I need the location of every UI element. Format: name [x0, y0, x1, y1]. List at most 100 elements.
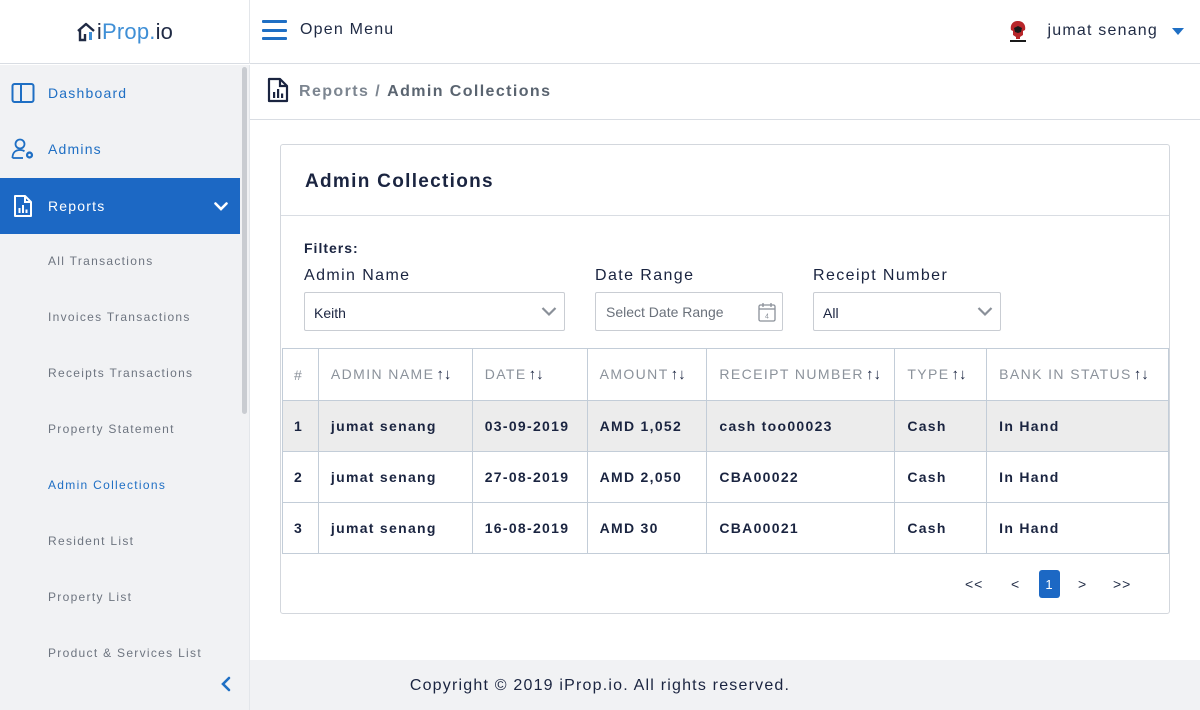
chevron-down-icon	[214, 201, 228, 211]
cell-bank-in-status: In Hand	[986, 502, 1169, 554]
sidebar-subitem-receipts-transactions[interactable]: Receipts Transactions	[48, 366, 193, 380]
logo[interactable]: iProp.io	[0, 0, 250, 64]
sidebar-subitem-all-transactions[interactable]: All Transactions	[48, 254, 154, 268]
column-header-type[interactable]: TYPE ↑↓	[894, 348, 988, 401]
sidebar-item-label: Admins	[48, 141, 102, 157]
collapse-sidebar-chevron-left-icon[interactable]	[219, 676, 233, 692]
collections-table: # ADMIN NAME ↑↓ DATE ↑↓ AMOUNT ↑↓ RECEIPT N…	[282, 348, 1169, 554]
avatar	[1009, 21, 1026, 42]
breadcrumb-reports-link[interactable]: Reports	[299, 83, 369, 100]
pagination-prev-button[interactable]: <	[1011, 570, 1020, 598]
sidebar-subitem-resident-list[interactable]: Resident List	[48, 534, 134, 548]
cell-admin-name: jumat senang	[317, 502, 473, 554]
receipt-number-value: All	[823, 305, 839, 321]
sidebar-scrollbar[interactable]	[242, 67, 247, 414]
sidebar: Dashboard Admins Reports All Transaction…	[0, 65, 250, 710]
sidebar-item-label: Dashboard	[48, 85, 128, 101]
column-header-date[interactable]: DATE ↑↓	[471, 348, 588, 401]
cell-amount: AMD 2,050	[586, 451, 708, 503]
cell-amount: AMD 1,052	[586, 400, 708, 452]
receipt-number-select[interactable]: All	[813, 292, 1001, 331]
cell-date: 03-09-2019	[471, 400, 588, 452]
admin-name-value: Keith	[314, 305, 346, 321]
sidebar-subitem-product-services-list[interactable]: Product & Services List	[48, 646, 202, 660]
sidebar-item-label: Reports	[48, 198, 106, 214]
column-header-number: #	[282, 348, 319, 401]
admin-name-select[interactable]: Keith	[304, 292, 565, 331]
report-icon	[267, 77, 289, 103]
filters-label: Filters:	[304, 240, 359, 256]
sidebar-subitem-property-statement[interactable]: Property Statement	[48, 422, 175, 436]
pagination-page-1-button[interactable]: 1	[1039, 570, 1060, 598]
caret-down-icon	[1172, 27, 1184, 35]
dashboard-icon	[11, 83, 35, 103]
sidebar-item-admins[interactable]: Admins	[0, 121, 240, 177]
calendar-icon[interactable]: 4	[758, 302, 776, 322]
cell-number: 3	[282, 502, 319, 554]
sidebar-subitem-property-list[interactable]: Property List	[48, 590, 132, 604]
cell-bank-in-status: In Hand	[986, 400, 1169, 452]
pagination-last-button[interactable]: >>	[1113, 570, 1131, 598]
cell-type: Cash	[894, 451, 988, 503]
footer: Copyright © 2019 iProp.io. All rights re…	[250, 660, 1200, 710]
breadcrumb-current: Admin Collections	[387, 83, 552, 100]
sidebar-item-reports[interactable]: Reports	[0, 178, 240, 234]
admin-collections-card: Admin Collections Filters: Admin Name Ke…	[280, 144, 1170, 614]
open-menu-label: Open Menu	[300, 21, 395, 38]
date-range-placeholder: Select Date Range	[606, 304, 724, 320]
cell-admin-name: jumat senang	[317, 451, 473, 503]
breadcrumb-separator: /	[375, 83, 382, 100]
sort-arrows-icon[interactable]: ↑↓	[1134, 366, 1149, 383]
cell-receipt-number: CBA00022	[706, 451, 896, 503]
column-header-receipt-number[interactable]: RECEIPT NUMBER ↑↓	[706, 348, 896, 401]
copyright-text: Copyright © 2019 iProp.io. All rights re…	[409, 677, 791, 694]
top-bar: iProp.io Open Menu jumat senang	[0, 0, 1200, 64]
user-name: jumat senang	[1047, 22, 1158, 39]
cell-admin-name: jumat senang	[317, 400, 473, 452]
sort-arrows-icon[interactable]: ↑↓	[866, 366, 881, 383]
cell-amount: AMD 30	[586, 502, 708, 554]
sort-arrows-icon[interactable]: ↑↓	[951, 366, 966, 383]
table-row[interactable]: 1 jumat senang 03-09-2019 AMD 1,052 cash…	[282, 400, 1169, 452]
sort-arrows-icon[interactable]: ↑↓	[529, 366, 544, 383]
house-logo-icon	[77, 22, 95, 42]
open-menu-button[interactable]: Open Menu	[262, 20, 394, 40]
cell-receipt-number: CBA00021	[706, 502, 896, 554]
cell-type: Cash	[894, 502, 988, 554]
table-row[interactable]: 2 jumat senang 27-08-2019 AMD 2,050 CBA0…	[282, 451, 1169, 503]
column-header-bank-in-status[interactable]: BANK IN STATUS ↑↓	[986, 348, 1169, 401]
chevron-down-icon	[541, 307, 557, 317]
report-icon	[14, 195, 32, 217]
user-menu[interactable]: jumat senang	[1005, 18, 1184, 44]
pagination-first-button[interactable]: <<	[965, 570, 983, 598]
sort-arrows-icon[interactable]: ↑↓	[671, 366, 686, 383]
hamburger-icon	[262, 20, 287, 40]
chevron-down-icon	[977, 307, 993, 317]
cell-date: 16-08-2019	[471, 502, 588, 554]
cell-type: Cash	[894, 400, 988, 452]
date-range-input[interactable]: Select Date Range 4	[595, 292, 783, 331]
admin-name-label: Admin Name	[304, 267, 411, 284]
receipt-number-label: Receipt Number	[813, 267, 949, 284]
card-header: Admin Collections	[281, 145, 1169, 216]
table-row[interactable]: 3 jumat senang 16-08-2019 AMD 30 CBA0002…	[282, 502, 1169, 554]
column-header-admin-name[interactable]: ADMIN NAME ↑↓	[317, 348, 473, 401]
sidebar-subitem-admin-collections[interactable]: Admin Collections	[48, 478, 166, 492]
sidebar-item-dashboard[interactable]: Dashboard	[0, 65, 240, 121]
sort-arrows-icon[interactable]: ↑↓	[436, 366, 451, 383]
page-title: Admin Collections	[305, 171, 494, 192]
cell-bank-in-status: In Hand	[986, 451, 1169, 503]
pagination-next-button[interactable]: >	[1078, 570, 1087, 598]
calendar-day: 4	[765, 314, 769, 321]
cell-number: 1	[282, 400, 319, 452]
pagination: << < 1 > >>	[281, 570, 1169, 598]
cell-receipt-number: cash too00023	[706, 400, 896, 452]
sidebar-subitem-invoices-transactions[interactable]: Invoices Transactions	[48, 310, 191, 324]
breadcrumb: Reports / Admin Collections	[299, 83, 551, 101]
cell-number: 2	[282, 451, 319, 503]
cell-date: 27-08-2019	[471, 451, 588, 503]
date-range-label: Date Range	[595, 267, 695, 284]
column-header-amount[interactable]: AMOUNT ↑↓	[586, 348, 708, 401]
breadcrumb-bar: Reports / Admin Collections	[250, 65, 1200, 120]
table-header-row: # ADMIN NAME ↑↓ DATE ↑↓ AMOUNT ↑↓ RECEIPT N…	[282, 348, 1169, 401]
